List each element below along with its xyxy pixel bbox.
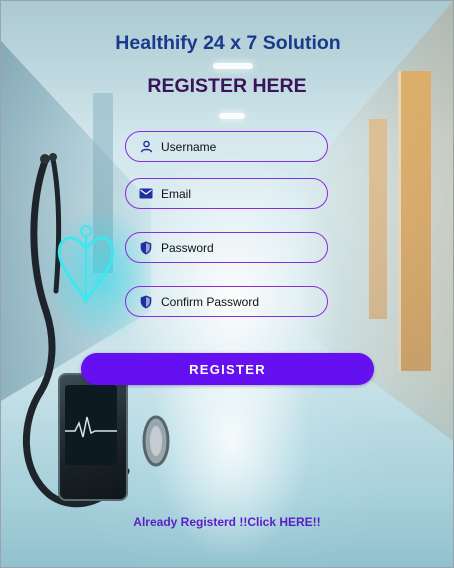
username-input[interactable]: [161, 134, 317, 159]
ecg-monitor-device: [58, 373, 128, 501]
confirm-password-field[interactable]: [125, 286, 328, 317]
envelope-icon: [139, 187, 153, 201]
background-floor-glow: [151, 361, 311, 561]
page-heading: REGISTER HERE: [147, 75, 307, 97]
shield-icon: [139, 241, 153, 255]
ecg-monitor-screen: [65, 385, 117, 465]
login-link[interactable]: Already Registerd !!Click HERE!!: [1, 515, 453, 529]
background-floor: [1, 377, 453, 567]
heartbeat-line-icon: [65, 416, 117, 438]
background-door: [369, 119, 387, 319]
email-field[interactable]: [125, 178, 328, 209]
register-button[interactable]: REGISTER: [81, 353, 374, 385]
username-field[interactable]: [125, 131, 328, 162]
person-icon: [139, 140, 153, 154]
background-ceiling-light: [213, 63, 253, 69]
password-field[interactable]: [125, 232, 328, 263]
email-input[interactable]: [161, 181, 317, 206]
background-heart-glow: [41, 201, 161, 351]
background-door: [93, 93, 113, 273]
password-input[interactable]: [161, 235, 317, 260]
confirm-password-input[interactable]: [161, 289, 317, 314]
register-screen: Healthify 24 x 7 Solution REGISTER HERE: [0, 0, 454, 568]
background-ceiling-light: [219, 113, 245, 119]
shield-icon: [139, 295, 153, 309]
background-door: [398, 71, 431, 371]
background-ceiling: [1, 1, 453, 141]
app-title: Healthify 24 x 7 Solution: [115, 32, 341, 54]
